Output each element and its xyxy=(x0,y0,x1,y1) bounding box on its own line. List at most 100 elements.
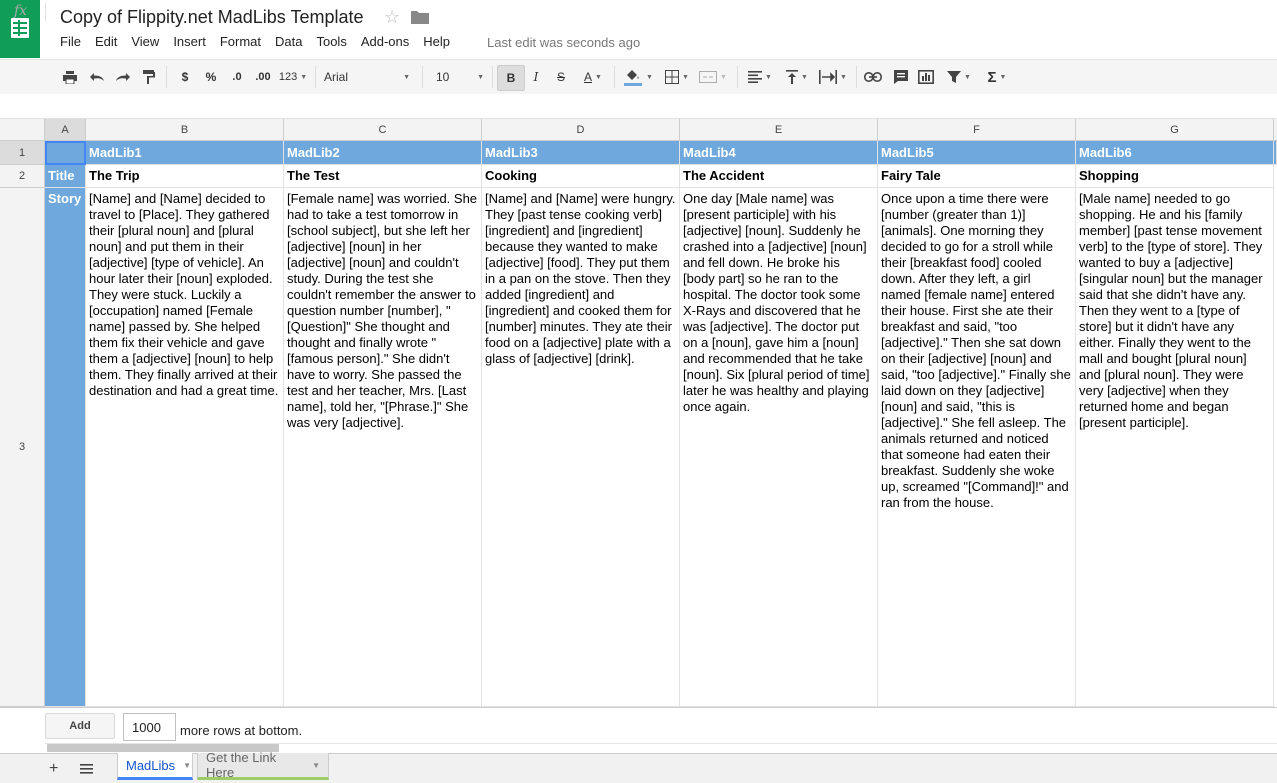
toolbar-divider xyxy=(737,66,738,88)
filter-button[interactable]: ▼ xyxy=(942,68,976,86)
document-title[interactable]: Copy of Flippity.net MadLibs Template xyxy=(60,7,364,28)
sheet-tab-get-the-link[interactable]: Get the Link Here ▼ xyxy=(197,750,329,780)
chevron-down-icon: ▼ xyxy=(403,73,410,81)
menu-edit[interactable]: Edit xyxy=(95,34,117,52)
cell-d2[interactable]: Cooking xyxy=(482,165,680,188)
toolbar-divider xyxy=(614,66,615,88)
more-formats-dropdown[interactable]: 123 ▼ xyxy=(276,68,310,86)
italic-button[interactable]: I xyxy=(528,68,544,86)
vertical-align-button[interactable]: ▼ xyxy=(782,68,812,86)
cell-b3[interactable]: [Name] and [Name] decided to travel to [… xyxy=(86,188,284,707)
increase-decimal-button[interactable]: .00 xyxy=(252,68,274,86)
cell-a1[interactable] xyxy=(45,141,86,165)
select-all-corner[interactable] xyxy=(0,119,45,141)
cell-c3[interactable]: [Female name] was worried. She had to ta… xyxy=(284,188,482,707)
cell-e3[interactable]: One day [Male name] was [present partici… xyxy=(680,188,878,707)
column-header-c[interactable]: C xyxy=(284,119,482,141)
toolbar-divider xyxy=(166,66,167,88)
cell-c2[interactable]: The Test xyxy=(284,165,482,188)
cell-f2[interactable]: Fairy Tale xyxy=(878,165,1076,188)
folder-icon[interactable] xyxy=(411,10,429,24)
menu-insert[interactable]: Insert xyxy=(173,34,206,52)
cell-b1[interactable]: MadLib1 xyxy=(86,141,284,165)
cell-f1[interactable]: MadLib5 xyxy=(878,141,1076,165)
menu-data[interactable]: Data xyxy=(275,34,302,52)
fill-color-button[interactable]: ▼ xyxy=(621,68,655,86)
paint-format-icon[interactable] xyxy=(140,68,158,86)
functions-button[interactable]: Σ ▼ xyxy=(982,68,1012,86)
print-icon[interactable] xyxy=(60,68,80,86)
chevron-down-icon: ▼ xyxy=(840,73,847,81)
toolbar-divider xyxy=(315,66,316,88)
cell-g3[interactable]: [Male name] needed to go shopping. He an… xyxy=(1076,188,1274,707)
more-formats-label: 123 xyxy=(278,71,298,83)
font-family-dropdown[interactable]: Arial ▼ xyxy=(324,68,410,86)
cell-d3[interactable]: [Name] and [Name] were hungry. They [pas… xyxy=(482,188,680,707)
undo-icon[interactable] xyxy=(87,68,107,86)
add-sheet-icon[interactable]: + xyxy=(49,760,58,778)
column-header-f[interactable]: F xyxy=(878,119,1076,141)
currency-format-button[interactable]: $ xyxy=(176,68,194,86)
cell-g2[interactable]: Shopping xyxy=(1076,165,1274,188)
borders-button[interactable]: ▼ xyxy=(662,68,692,86)
menu-bar: File Edit View Insert Format Data Tools … xyxy=(60,34,464,52)
chevron-down-icon: ▼ xyxy=(720,73,727,81)
star-icon[interactable]: ☆ xyxy=(384,7,400,28)
add-rows-button[interactable]: Add xyxy=(45,713,115,739)
menu-help[interactable]: Help xyxy=(423,34,450,52)
text-color-button[interactable]: A ▼ xyxy=(578,68,608,86)
chevron-down-icon[interactable]: ▼ xyxy=(183,761,191,770)
cell-e2[interactable]: The Accident xyxy=(680,165,878,188)
menu-tools[interactable]: Tools xyxy=(316,34,346,52)
insert-comment-icon[interactable] xyxy=(891,68,911,86)
column-header-a[interactable]: A xyxy=(45,119,86,141)
cell-e1[interactable]: MadLib4 xyxy=(680,141,878,165)
insert-chart-icon[interactable] xyxy=(916,68,936,86)
cell-a2[interactable]: Title xyxy=(45,165,86,188)
merge-icon xyxy=(699,71,718,83)
rows-count-input[interactable]: 1000 xyxy=(123,713,176,741)
row-header-2[interactable]: 2 xyxy=(0,165,45,188)
filter-icon xyxy=(947,71,962,83)
all-sheets-icon[interactable] xyxy=(80,762,93,774)
font-size-value: 10 xyxy=(436,70,450,84)
horizontal-align-button[interactable]: ▼ xyxy=(745,68,775,86)
chevron-down-icon: ▼ xyxy=(646,73,653,81)
cell-c1[interactable]: MadLib2 xyxy=(284,141,482,165)
menu-view[interactable]: View xyxy=(131,34,159,52)
cell-f3[interactable]: Once upon a time there were [number (gre… xyxy=(878,188,1076,707)
row-header-3[interactable]: 3 xyxy=(0,188,45,707)
cell-g1[interactable]: MadLib6 xyxy=(1076,141,1274,165)
last-edit-status[interactable]: Last edit was seconds ago xyxy=(487,35,640,50)
menu-format[interactable]: Format xyxy=(220,34,261,52)
insert-link-icon[interactable] xyxy=(863,68,883,86)
formula-bar[interactable] xyxy=(0,94,1277,119)
chevron-down-icon[interactable]: ▼ xyxy=(312,761,320,770)
strikethrough-button[interactable]: S xyxy=(553,68,569,86)
wrap-icon xyxy=(819,70,838,84)
merge-cells-button[interactable]: ▼ xyxy=(696,68,730,86)
text-wrapping-button[interactable]: ▼ xyxy=(816,68,850,86)
cell-b2[interactable]: The Trip xyxy=(86,165,284,188)
column-header-b[interactable]: B xyxy=(86,119,284,141)
borders-icon xyxy=(665,70,680,84)
font-size-dropdown[interactable]: 10 ▼ xyxy=(436,68,484,86)
cell-a3[interactable]: Story xyxy=(45,188,86,707)
sheet-tab-madlibs[interactable]: MadLibs ▼ xyxy=(117,753,193,780)
menu-file[interactable]: File xyxy=(60,34,81,52)
chevron-down-icon: ▼ xyxy=(765,73,772,81)
sheet-tab-label: MadLibs xyxy=(126,757,176,773)
column-header-g[interactable]: G xyxy=(1076,119,1274,141)
column-header-d[interactable]: D xyxy=(482,119,680,141)
chevron-down-icon: ▼ xyxy=(595,73,602,81)
menu-addons[interactable]: Add-ons xyxy=(361,34,409,52)
percent-format-button[interactable]: % xyxy=(202,68,220,86)
column-header-e[interactable]: E xyxy=(680,119,878,141)
bold-button[interactable]: B xyxy=(497,65,525,91)
decrease-decimal-button[interactable]: .0 xyxy=(227,68,247,86)
redo-icon[interactable] xyxy=(113,68,133,86)
formula-divider xyxy=(45,2,46,22)
rows-label: more rows at bottom. xyxy=(180,723,303,738)
cell-d1[interactable]: MadLib3 xyxy=(482,141,680,165)
row-header-1[interactable]: 1 xyxy=(0,141,45,165)
